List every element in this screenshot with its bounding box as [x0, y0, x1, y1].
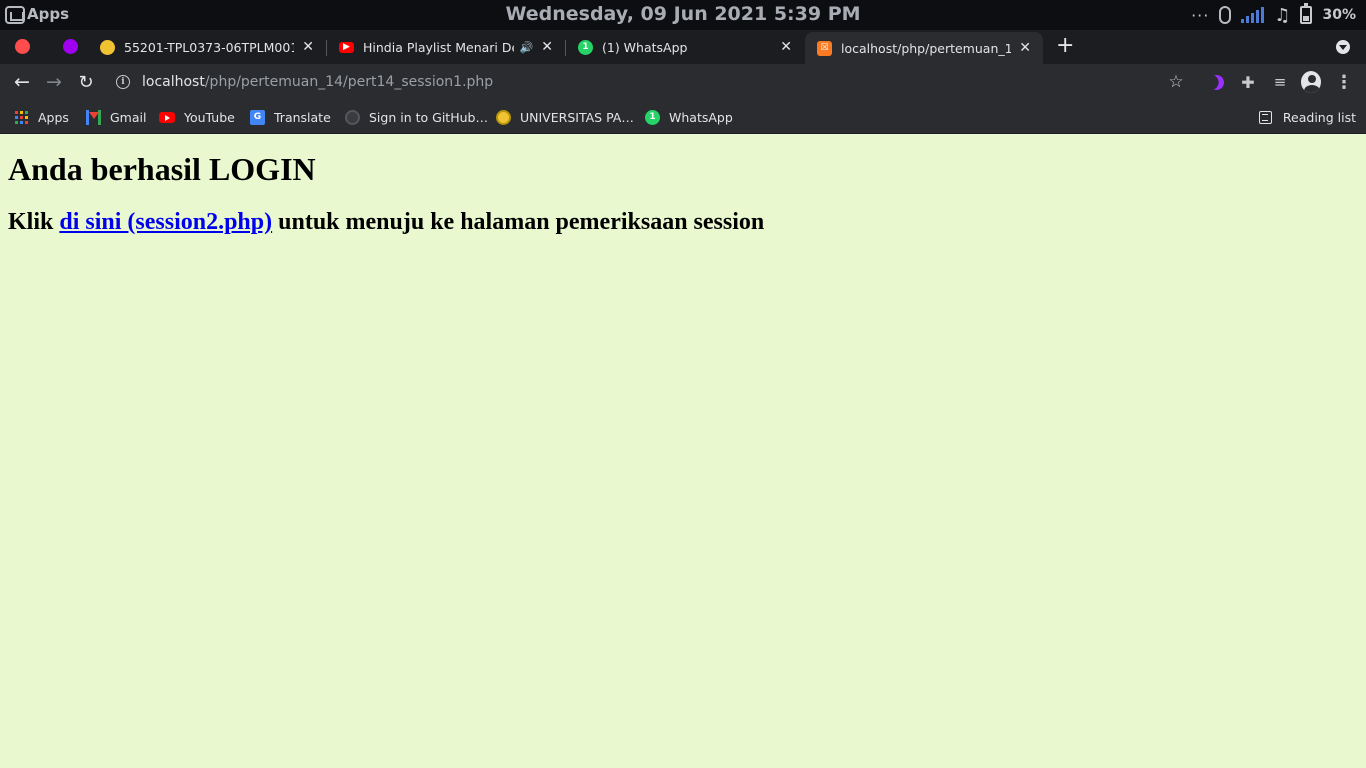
session2-link[interactable]: di sini (session2.php) — [59, 209, 272, 235]
page-heading: Anda berhasil LOGIN — [8, 151, 316, 187]
bookmark-whatsapp[interactable]: 1 WhatsApp — [645, 107, 733, 127]
bookmark-youtube[interactable]: YouTube — [159, 107, 235, 127]
url-host: localhost — [142, 74, 205, 90]
reload-icon[interactable]: ↻ — [74, 70, 98, 94]
battery-percentage: 30% — [1322, 7, 1356, 23]
tab-title: localhost/php/pertemuan_14/ — [841, 40, 1012, 56]
bookmark-label: UNIVERSITAS PA… — [520, 109, 634, 125]
tab-title: Hindia Playlist Menari Dengan — [363, 39, 514, 55]
bookmark-label: Apps — [38, 109, 69, 125]
tab-elearning[interactable]: 55201-TPL0373-06TPLM001-2020 ✕ — [88, 32, 326, 62]
profile-avatar[interactable] — [1301, 71, 1321, 93]
github-icon — [345, 109, 360, 125]
moon-icon — [1206, 72, 1225, 91]
reading-list-icon — [1258, 110, 1272, 124]
audio-playing-icon[interactable]: 🔊 — [520, 41, 534, 54]
translate-icon: G — [250, 109, 265, 125]
avatar-icon — [1301, 71, 1321, 93]
forward-arrow-icon[interactable]: → — [42, 70, 66, 94]
address-bar[interactable]: i localhost/php/pertemuan_14/pert14_sess… — [106, 66, 1204, 98]
browser-toolbar: ← → ↻ i localhost/php/pertemuan_14/pert1… — [0, 64, 1366, 100]
university-favicon-icon — [100, 39, 115, 55]
tab-search-chevron-icon[interactable] — [1336, 40, 1350, 54]
site-info-icon[interactable]: i — [116, 75, 130, 89]
tab-whatsapp[interactable]: 1 (1) WhatsApp ✕ — [566, 32, 804, 62]
back-arrow-icon[interactable]: ← — [10, 70, 34, 94]
tab-strip: 55201-TPL0373-06TPLM001-2020 ✕ ▶ Hindia … — [0, 30, 1366, 64]
tab-youtube-playlist[interactable]: ▶ Hindia Playlist Menari Dengan 🔊 ✕ — [327, 32, 565, 62]
bookmark-label: Translate — [274, 109, 331, 125]
reading-list-label: Reading list — [1282, 109, 1356, 125]
youtube-icon — [159, 111, 175, 123]
bookmark-label: WhatsApp — [669, 109, 733, 125]
browser-menu-kebab-icon[interactable]: ⋮ — [1334, 72, 1354, 93]
bookmark-apps[interactable]: Apps — [15, 107, 69, 127]
whatsapp-favicon-icon: 1 — [578, 39, 593, 55]
bookmark-star-icon[interactable]: ☆ — [1166, 72, 1186, 92]
bookmark-label: Gmail — [110, 109, 147, 125]
instruction-line: Klik di sini (session2.php) untuk menuju… — [8, 208, 1358, 236]
new-tab-plus-icon[interactable]: + — [1056, 35, 1074, 57]
system-top-bar: Apps Wednesday, 09 Jun 2021 5:39 PM ··· … — [0, 0, 1366, 30]
close-tab-icon[interactable]: ✕ — [780, 39, 792, 55]
system-tray: ··· ♫ 30% — [1191, 3, 1356, 26]
web-page-content: Anda berhasil LOGIN Klik di sini (sessio… — [0, 134, 1366, 768]
tab-title: 55201-TPL0373-06TPLM001-2020 — [124, 39, 294, 55]
instruction-suffix: untuk menuju ke halaman pemeriksaan sess… — [272, 209, 765, 235]
more-indicators-icon[interactable]: ··· — [1191, 6, 1209, 25]
bookmark-translate[interactable]: G Translate — [250, 107, 331, 127]
bookmark-label: Sign in to GitHub… — [369, 109, 488, 125]
dark-mode-extension-icon[interactable] — [1206, 72, 1226, 92]
close-tab-icon[interactable]: ✕ — [541, 39, 553, 55]
bookmarks-bar: Apps Gmail YouTube G Translate Sign in t… — [0, 100, 1366, 134]
university-icon — [496, 109, 511, 125]
bookmark-gmail[interactable]: Gmail — [86, 107, 146, 127]
xampp-favicon-icon: ☒ — [817, 40, 832, 56]
reading-list-button[interactable]: Reading list — [1258, 107, 1356, 127]
url-path: /php/pertemuan_14/pert14_session1.php — [204, 74, 494, 90]
close-tab-icon[interactable]: ✕ — [1019, 40, 1031, 56]
close-tab-icon[interactable]: ✕ — [302, 39, 314, 55]
battery-icon[interactable] — [1300, 3, 1313, 24]
youtube-favicon-icon: ▶ — [339, 41, 354, 53]
media-control-icon[interactable]: ≡ — [1270, 72, 1290, 92]
network-signal-icon[interactable] — [1241, 7, 1265, 23]
whatsapp-icon: 1 — [645, 109, 660, 125]
apps-grid-icon — [15, 110, 28, 124]
bluetooth-icon[interactable] — [1219, 6, 1232, 24]
pinned-tab-red-icon[interactable] — [15, 39, 30, 54]
pinned-tab-purple-icon[interactable] — [63, 39, 78, 54]
extensions-puzzle-icon[interactable]: ✚ — [1238, 72, 1258, 92]
instruction-prefix: Klik — [8, 209, 60, 235]
gmail-icon — [86, 109, 101, 125]
bookmark-label: YouTube — [184, 109, 235, 125]
tab-title: (1) WhatsApp — [602, 39, 688, 55]
bookmark-universitas[interactable]: UNIVERSITAS PA… — [496, 107, 634, 127]
bookmark-github[interactable]: Sign in to GitHub… — [345, 107, 488, 127]
tab-localhost-active[interactable]: ☒ localhost/php/pertemuan_14/ ✕ — [805, 32, 1043, 64]
system-clock[interactable]: Wednesday, 09 Jun 2021 5:39 PM — [0, 3, 1366, 25]
music-icon[interactable]: ♫ — [1274, 5, 1290, 26]
